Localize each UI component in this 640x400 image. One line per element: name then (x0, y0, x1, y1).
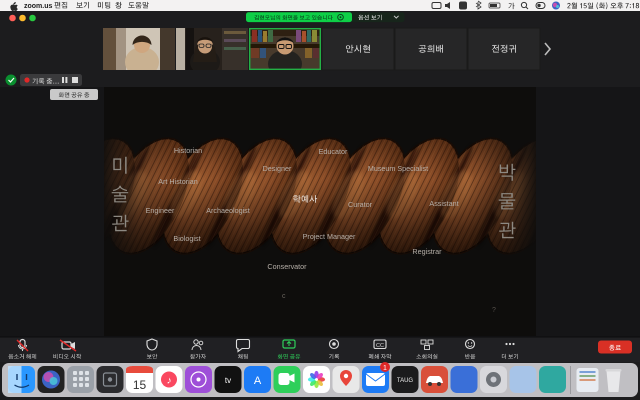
svg-text:Museum Specialist: Museum Specialist (368, 164, 428, 173)
svg-text:Designer: Designer (263, 164, 292, 173)
svg-text:Project Manager: Project Manager (303, 232, 356, 241)
svg-text:Assistant: Assistant (429, 199, 458, 208)
svg-text:Archaeologist: Archaeologist (206, 206, 250, 215)
svg-text:Engineer: Engineer (146, 206, 175, 215)
svg-text:Biologist: Biologist (173, 234, 200, 243)
svg-text:Art Historian: Art Historian (158, 177, 198, 186)
svg-text:Educator: Educator (319, 147, 348, 156)
svg-text:15: 15 (133, 378, 147, 392)
svg-text:c: c (282, 293, 286, 300)
svg-text:1: 1 (383, 365, 387, 372)
svg-text:TAUG: TAUG (397, 378, 414, 384)
svg-text:Historian: Historian (174, 146, 202, 155)
svg-text:tv: tv (225, 376, 231, 385)
svg-text:CC: CC (376, 343, 384, 349)
svg-text:Registrar: Registrar (412, 247, 442, 256)
svg-text:A: A (254, 375, 262, 387)
svg-text:?: ? (492, 307, 496, 314)
svg-text:Curator: Curator (348, 200, 373, 209)
svg-text:Conservator: Conservator (267, 262, 307, 271)
svg-text:zoom.us: zoom.us (24, 3, 52, 10)
svg-text:♪: ♪ (167, 376, 172, 387)
